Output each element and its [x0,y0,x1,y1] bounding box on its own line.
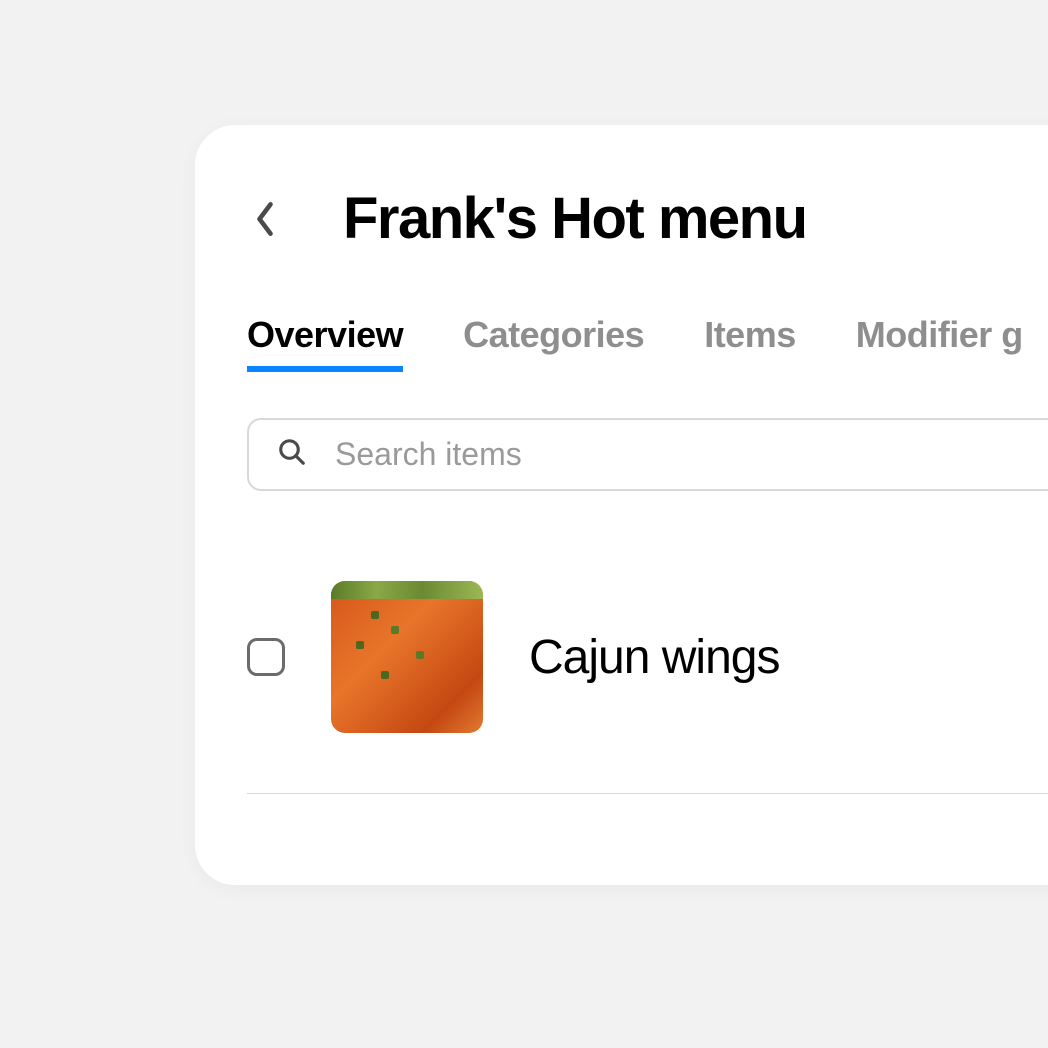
tab-overview[interactable]: Overview [247,314,403,372]
tab-categories[interactable]: Categories [463,314,644,372]
tabs: Overview Categories Items Modifier g [247,314,1048,372]
search-wrapper[interactable] [247,418,1048,491]
tab-modifier-groups[interactable]: Modifier g [856,314,1023,372]
item-image[interactable] [331,581,483,733]
menu-card: Frank's Hot menu Overview Categories Ite… [195,125,1048,885]
header: Frank's Hot menu [247,185,1048,252]
search-icon [277,437,307,472]
item-name[interactable]: Cajun wings [529,630,779,685]
page-title: Frank's Hot menu [343,185,807,252]
item-checkbox[interactable] [247,638,285,676]
item-row: Cajun wings [247,581,1048,794]
back-button[interactable] [247,201,283,237]
search-input[interactable] [335,436,1048,473]
tab-items[interactable]: Items [704,314,796,372]
chevron-left-icon [254,200,276,238]
